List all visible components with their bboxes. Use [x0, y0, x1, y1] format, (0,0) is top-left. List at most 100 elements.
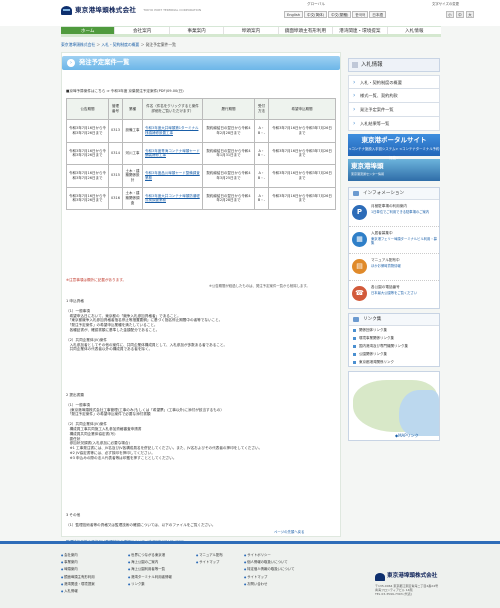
lang-chinese-simplified[interactable]: 中文(简体) [303, 11, 328, 18]
nav-business[interactable]: 事業案内 [170, 27, 225, 34]
link-ports[interactable]: 国内港湾及び専門機関リンク集 [349, 342, 439, 350]
nav-facility[interactable]: 鏡面埠頭主有形利用 [279, 27, 334, 34]
link-parks[interactable]: 公園関係リンク集 [349, 350, 439, 358]
page-top-link[interactable]: ページの先頭へ戻る [274, 530, 304, 535]
nav-home[interactable]: ホーム [61, 27, 116, 34]
page-title: 発注予定案件一覧 [79, 59, 130, 66]
nav-terminal[interactable]: 埠頭案内 [224, 27, 279, 34]
info-sub[interactable]: 東京港フェリー埠頭ターミナルビル利用・募集 [371, 237, 439, 246]
sidebar-item-overview[interactable]: 入札・契約制度の概要 [348, 75, 440, 89]
footer-link[interactable]: 事業案内 [61, 559, 95, 566]
main-content: › 発注予定案件一覧 ■京埠予算案件はこちら ⇒ 令和3年度 京葉発注予定案件(… [61, 52, 341, 544]
warning-text: ※注意事項は欄外に記載があります。 [66, 278, 127, 282]
footer-link[interactable]: 個人情報の取扱いについて [244, 559, 294, 566]
footer-col-4: サイトポリシー 個人情報の取扱いについて 特定個人情報の取扱いについて サイトマ… [244, 552, 294, 588]
col-header: 希望申込期間 [268, 98, 336, 120]
breadcrumb-current: 発注予定案件一覧 [145, 42, 176, 47]
lang-korean[interactable]: 한국어 [352, 11, 369, 18]
case-link[interactable]: 令和3年度大井コンテナ埠頭防潮堤点検調査業務 [142, 186, 203, 210]
map-link[interactable]: ◆MAPリンク [348, 371, 440, 441]
footer-link[interactable]: 世界につながる東京港 [128, 552, 172, 559]
table-cell: 令和3年7月16日から令和3年7月26日まで [66, 186, 109, 210]
sidebar: 入札情報 入札・契約制度の概要 様式一覧、契約約款 発注予定案件一覧 入札結果等… [348, 58, 440, 441]
footer-link[interactable]: 海上公園のご案内 [128, 559, 172, 566]
lang-english[interactable]: English [284, 11, 303, 18]
info-sub[interactable]: ほかお帰時貨物情報 [371, 264, 439, 268]
font-small-button[interactable]: 小 [446, 11, 454, 18]
breadcrumb-overview[interactable]: 入札・契約制度の概要 [101, 42, 139, 47]
footer-link[interactable]: サイトマップ [196, 559, 223, 566]
footer-link[interactable]: 入札情報 [61, 588, 95, 595]
case-link[interactable]: 令和3年度大井埠頭第1ターミナル桟橋補修設置工事 [142, 119, 203, 143]
info-sub[interactable]: 1日単位でご利用できる駐車場のご案内 [371, 210, 439, 214]
nav-company[interactable]: 会社案内 [115, 27, 170, 34]
info-title: 月極駐車場の利用案内 [371, 204, 407, 208]
information-box: インフォメーション P 月極駐車場の利用案内 1日単位でご利用できる駐車場のご案内 … [348, 187, 440, 309]
footer-link[interactable]: リンク集 [128, 581, 172, 588]
table-cell: 設備工事 [122, 119, 143, 143]
footer-link[interactable]: マニュアル配布 [196, 552, 223, 559]
footer-link[interactable]: 鏡面埠頭主有形利用 [61, 574, 95, 581]
link-tokyo-port[interactable]: 東京都港湾関係リンク [349, 358, 439, 366]
table-cell: 0315 [108, 164, 123, 188]
case-link[interactable]: 令和3年度品川埠頭ヤード整備調査業務 [142, 164, 203, 188]
sidebar-item-forms[interactable]: 様式一覧、契約約款 [348, 89, 440, 103]
arrow-right-icon: › [67, 59, 75, 67]
footer-link[interactable]: 港湾ターミナル利用者情報 [128, 574, 172, 581]
table-cell: 令和3年7月16日から令和3年7月26日まで [268, 119, 336, 143]
terminal-banner-sub: 東京港流通センター情報 [351, 172, 385, 176]
info-item-phone[interactable]: ☎ 各公園の電話番号 日本最大公園等をご覧ください [349, 281, 439, 308]
logo-mark-icon [61, 6, 72, 15]
sidebar-heading: 入札情報 [348, 58, 440, 72]
section-eligibility: 1 申込資格 （1）一般事項 希望申込日において、東京都の「競争入札参加資格者」… [66, 299, 228, 352]
breadcrumb-home[interactable]: 東京港埠頭株式会社 [61, 42, 95, 47]
company-logo[interactable]: 東京港埠頭株式会社 TOKYO PORT TERMINAL CORPORATIO… [61, 6, 201, 15]
font-large-button[interactable]: 大 [466, 11, 474, 18]
case-link[interactable]: 令和3年度青海コンテナ埠頭ヤード舗装補修工事 [142, 141, 203, 165]
parking-icon: P [352, 205, 367, 220]
lang-japanese[interactable]: 日本語 [369, 11, 387, 18]
info-item-tenant[interactable]: ▦ 入居者募集中 東京港フェリー埠頭ターミナルビル利用・募集 [349, 227, 439, 254]
table-cell: A・B・- [254, 186, 269, 210]
info-item-manual[interactable]: ▤ マニュアル配布中 ほかお帰時貨物情報 [349, 254, 439, 281]
font-size-buttons: 小 中 大 [446, 11, 474, 18]
link-environment[interactable]: 環境事業関係リンク集 [349, 334, 439, 342]
info-title: マニュアル配布中 [371, 258, 400, 262]
table-cell: 0316 [108, 186, 123, 210]
col-header: 受付方法 [254, 98, 269, 120]
footer-link[interactable]: サイトポリシー [244, 552, 294, 559]
nav-environment[interactable]: 港湾関連・環境提案 [333, 27, 388, 34]
footer-link[interactable]: お問い合わせ [244, 581, 294, 588]
info-item-parking[interactable]: P 月極駐車場の利用案内 1日単位でご利用できる駐車場のご案内 [349, 200, 439, 227]
sidebar-item-results[interactable]: 入札結果等一覧 [348, 117, 440, 131]
lang-chinese-traditional[interactable]: 中文(繁體) [328, 11, 352, 18]
info-title: 入居者募集中 [371, 231, 393, 235]
table-cell: 令和3年7月16日から令和3年7月26日まで [268, 164, 336, 188]
schedule-table: 公告期間 管理番号 業種 件名（件名をクリックすると案件詳細をご覧いただけます）… [66, 98, 336, 210]
link-organizations[interactable]: 関係団体リンク集 [349, 326, 439, 334]
links-box: リンク集 関係団体リンク集 環境事業関係リンク集 国内港湾及び専門機関リンク集 … [348, 313, 440, 367]
font-size-label: 文字サイズの変更 [432, 2, 460, 6]
footer-link[interactable]: 埠頭案内 [61, 566, 95, 573]
footer-link[interactable]: サイトマップ [244, 574, 294, 581]
nav-bidding[interactable]: 入札情報 [388, 27, 441, 34]
footer-logo-mark-icon [375, 573, 385, 581]
footer-link[interactable]: 会社案内 [61, 552, 95, 559]
table-cell: 土木・建築関係調査 [122, 186, 143, 210]
col-header: 管理番号 [108, 98, 123, 120]
table-cell: A・B・- [254, 141, 269, 165]
table-cell: 令和3年7月16日から令和3年7月26日まで [66, 119, 109, 143]
footer-link[interactable]: 海上公園利用者等一覧 [128, 566, 172, 573]
info-sub[interactable]: 日本最大公園等をご覧ください [371, 291, 439, 295]
footer-logo[interactable]: 東京港埠頭株式会社 [375, 573, 437, 581]
language-switcher: English 中文(简体) 中文(繁體) 한국어 日本語 [284, 11, 387, 18]
col-header: 履行期間 [202, 98, 255, 120]
font-medium-button[interactable]: 中 [456, 11, 464, 18]
footer-link[interactable]: 特定個人情報の取扱いについて [244, 566, 294, 573]
table-row: 令和3年7月16日から令和3年7月26日まで 0315 土木・建築関係設計 令和… [66, 164, 336, 188]
notice-link[interactable]: ■京埠予算案件はこちら ⇒ 令和3年度 京葉発注予定案件(PDF)09.00(日… [66, 89, 184, 94]
sidebar-item-schedule[interactable]: 発注予定案件一覧 [348, 103, 440, 117]
footer-link[interactable]: 港湾関連・環境提案 [61, 581, 95, 588]
portal-banner-title: 東京港ポータルサイト [361, 136, 427, 144]
portal-banner[interactable]: 東京港ポータルサイト <コンテナ施設入手割システム> <コンテナターミナル予約機能… [348, 134, 440, 160]
